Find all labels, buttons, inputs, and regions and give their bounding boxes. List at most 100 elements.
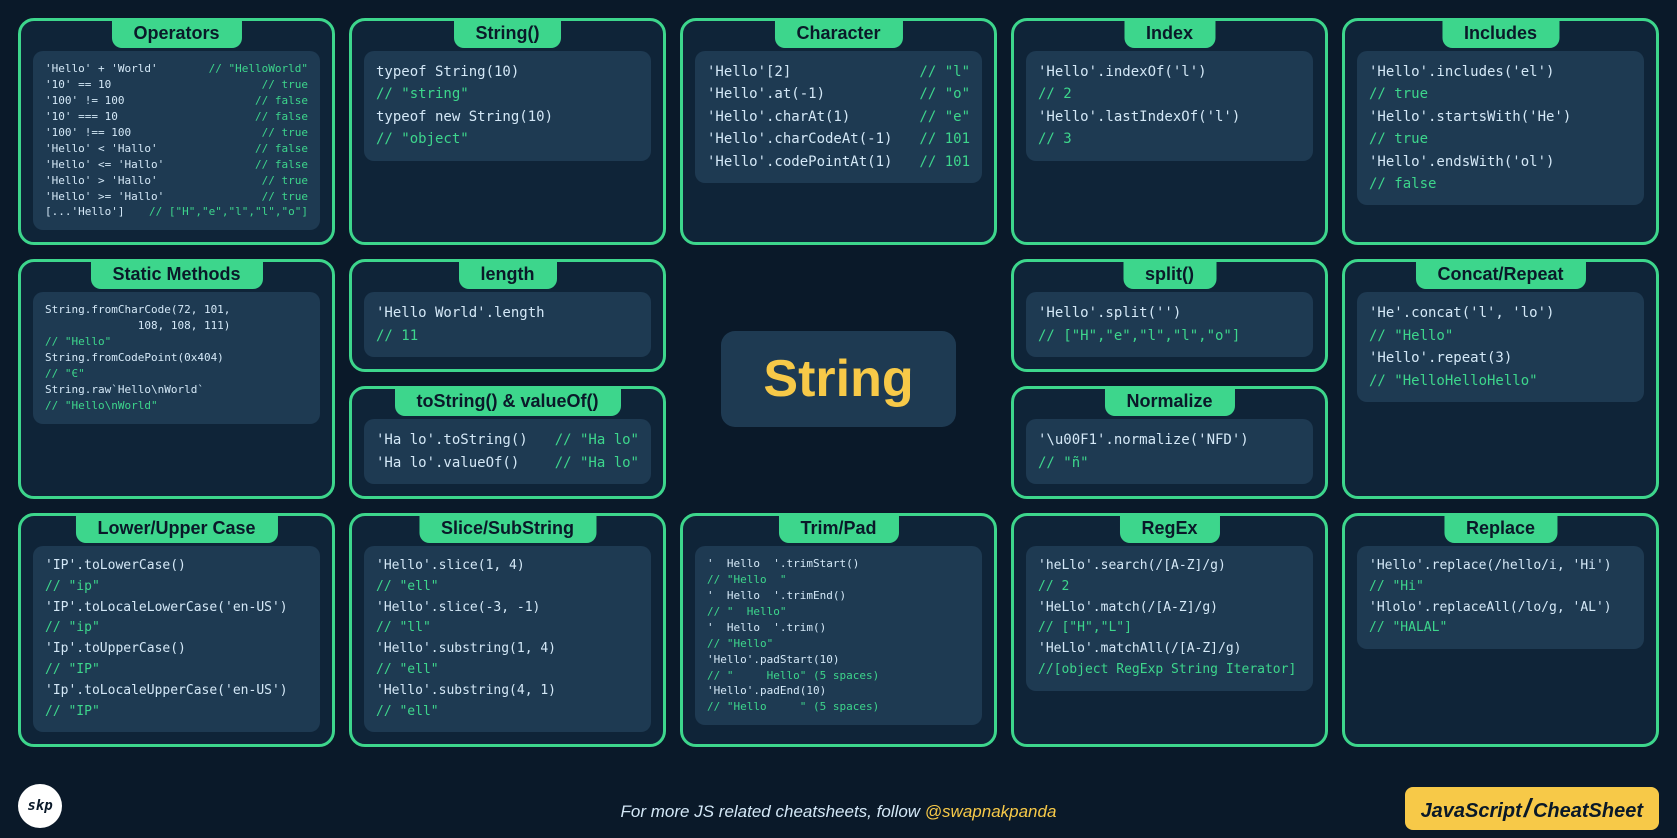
code-line: // "IP" — [45, 660, 308, 681]
code-line: // ["H","L"] — [1038, 618, 1301, 639]
code-line: 'Hello'.split('') — [1038, 302, 1301, 324]
code-line: 'Hello' >= 'Hallo'// true — [45, 189, 308, 205]
code-line: // "Є" — [45, 366, 308, 382]
code-box: 'heLlo'.search(/[A-Z]/g)// 2'HeLlo'.matc… — [1026, 546, 1313, 691]
code-line: 'Hello'.substring(4, 1) — [376, 681, 639, 702]
code-line: String.fromCharCode(72, 101, — [45, 302, 308, 318]
code-line: // "ll" — [376, 618, 639, 639]
brand-right: CheatSheet — [1533, 800, 1643, 822]
card-operators: Operators 'Hello' + 'World'// "HelloWorl… — [18, 18, 335, 245]
code-line: 'Hlolo'.replaceAll(/lo/g, 'AL') — [1369, 598, 1632, 619]
code-line: 'Hello'.repeat(3) — [1369, 347, 1632, 369]
card-trim: Trim/Pad ' Hello '.trimStart()// "Hello … — [680, 513, 997, 747]
code-line: '\u00F1'.normalize('NFD') — [1038, 429, 1301, 451]
code-line: '100' !== 100// true — [45, 125, 308, 141]
code-line: // true — [1369, 83, 1632, 105]
card-title: split() — [1123, 260, 1216, 289]
code-box: 'Hello' + 'World'// "HelloWorld"'10' == … — [33, 51, 320, 230]
code-box: 'Hello'.split('')// ["H","e","l","l","o"… — [1026, 292, 1313, 357]
code-line: // "HALAL" — [1369, 618, 1632, 639]
code-line: 'Hello'.padEnd(10) — [707, 683, 970, 699]
code-line: // "Hello" — [45, 334, 308, 350]
code-line: // ["H","e","l","l","o"] — [1038, 325, 1301, 347]
card-title: toString() & valueOf() — [395, 387, 621, 416]
code-line: 'Hello'.lastIndexOf('l') — [1038, 106, 1301, 128]
card-title: Character — [774, 19, 902, 48]
code-line: 'Hello'.includes('el') — [1369, 61, 1632, 83]
code-box: 'Hello'.indexOf('l')// 2'Hello'.lastInde… — [1026, 51, 1313, 161]
code-box: String.fromCharCode(72, 101, 108, 108, 1… — [33, 292, 320, 424]
code-line: // 11 — [376, 325, 639, 347]
footer-label: For more JS related cheatsheets, follow — [621, 802, 925, 821]
card-tostring: toString() & valueOf() 'Ha lo'.toString(… — [349, 386, 666, 499]
code-line: ' Hello '.trimStart() — [707, 556, 970, 572]
code-box: 'Ha lo'.toString()// "Ha lo"'Ha lo'.valu… — [364, 419, 651, 484]
card-title: Lower/Upper Case — [75, 514, 277, 543]
code-box: 'Hello'.includes('el')// true'Hello'.sta… — [1357, 51, 1644, 205]
code-line: // "Hello" — [707, 636, 970, 652]
card-title: Includes — [1442, 19, 1559, 48]
code-box: ' Hello '.trimStart()// "Hello "' Hello … — [695, 546, 982, 725]
card-split: split() 'Hello'.split('')// ["H","e","l"… — [1011, 259, 1328, 372]
code-box: 'He'.concat('l', 'lo')// "Hello"'Hello'.… — [1357, 292, 1644, 402]
card-normalize: Normalize '\u00F1'.normalize('NFD')// "ñ… — [1011, 386, 1328, 499]
center-badge: String — [721, 331, 955, 427]
code-line: // "Hello\nWorld" — [45, 398, 308, 414]
center-title-card: String — [680, 259, 997, 499]
code-line: '10' == 10// true — [45, 77, 308, 93]
card-includes: Includes 'Hello'.includes('el')// true'H… — [1342, 18, 1659, 245]
card-concat: Concat/Repeat 'He'.concat('l', 'lo')// "… — [1342, 259, 1659, 499]
code-box: 'Hello'.replace(/hello/i, 'Hi')// "Hi"'H… — [1357, 546, 1644, 649]
code-line: 'Hello World'.length — [376, 302, 639, 324]
code-line: String.raw`Hello\nWorld` — [45, 382, 308, 398]
code-line: 'Hello' > 'Hallo'// true — [45, 173, 308, 189]
code-line: // "ñ" — [1038, 452, 1301, 474]
footer-handle: @swapnakpanda — [925, 802, 1057, 821]
code-line: 'Hello'.replace(/hello/i, 'Hi') — [1369, 556, 1632, 577]
code-line: // "Hello" — [1369, 325, 1632, 347]
code-line: // " Hello" (5 spaces) — [707, 668, 970, 684]
code-line: 'Hello' <= 'Hallo'// false — [45, 157, 308, 173]
code-line: String.fromCodePoint(0x404) — [45, 350, 308, 366]
code-line: 'Hello'.codePointAt(1)// 101 — [707, 151, 970, 173]
col4-row2-stack: split() 'Hello'.split('')// ["H","e","l"… — [1011, 259, 1328, 499]
code-line: // "ip" — [45, 618, 308, 639]
code-line: // "Hi" — [1369, 577, 1632, 598]
card-replace: Replace 'Hello'.replace(/hello/i, 'Hi')/… — [1342, 513, 1659, 747]
brand-slash: / — [1524, 793, 1531, 823]
code-line: 'Hello'.charCodeAt(-1)// 101 — [707, 128, 970, 150]
code-line: 'Hello'.at(-1)// "o" — [707, 83, 970, 105]
code-line: // 2 — [1038, 577, 1301, 598]
code-box: typeof String(10)// "string"typeof new S… — [364, 51, 651, 161]
code-line: ' Hello '.trimEnd() — [707, 588, 970, 604]
card-title: Concat/Repeat — [1415, 260, 1585, 289]
code-line: 'Hello'.indexOf('l') — [1038, 61, 1301, 83]
code-line: 'HeLlo'.match(/[A-Z]/g) — [1038, 598, 1301, 619]
code-line: 'Hello'.startsWith('He') — [1369, 106, 1632, 128]
code-line: // "string" — [376, 83, 639, 105]
card-title: RegEx — [1119, 514, 1219, 543]
code-box: 'IP'.toLowerCase()// "ip"'IP'.toLocaleLo… — [33, 546, 320, 732]
code-line: 'IP'.toLocaleLowerCase('en-US') — [45, 598, 308, 619]
code-line: 'Hello'.padStart(10) — [707, 652, 970, 668]
brand-badge: JavaScript/CheatSheet — [1405, 787, 1659, 830]
center-text: String — [763, 349, 913, 409]
code-line: // "object" — [376, 128, 639, 150]
footer-text: For more JS related cheatsheets, follow … — [621, 802, 1057, 822]
code-line: 'Hello'[2]// "l" — [707, 61, 970, 83]
code-line: 'Ha lo'.valueOf()// "Ha lo" — [376, 452, 639, 474]
code-line: 'Hello'.slice(-3, -1) — [376, 598, 639, 619]
code-line: // "ip" — [45, 577, 308, 598]
card-string-ctor: String() typeof String(10)// "string"typ… — [349, 18, 666, 245]
card-title: Static Methods — [90, 260, 262, 289]
card-index: Index 'Hello'.indexOf('l')// 2'Hello'.la… — [1011, 18, 1328, 245]
card-title: String() — [454, 19, 562, 48]
code-line: 'Ip'.toLocaleUpperCase('en-US') — [45, 681, 308, 702]
code-line: // false — [1369, 173, 1632, 195]
code-line: [...'Hello']// ["H","e","l","l","o"] — [45, 204, 308, 220]
card-title: Slice/SubString — [419, 514, 596, 543]
code-line: typeof String(10) — [376, 61, 639, 83]
code-line: // "Hello " (5 spaces) — [707, 699, 970, 715]
card-regex: RegEx 'heLlo'.search(/[A-Z]/g)// 2'HeLlo… — [1011, 513, 1328, 747]
code-line: 'heLlo'.search(/[A-Z]/g) — [1038, 556, 1301, 577]
